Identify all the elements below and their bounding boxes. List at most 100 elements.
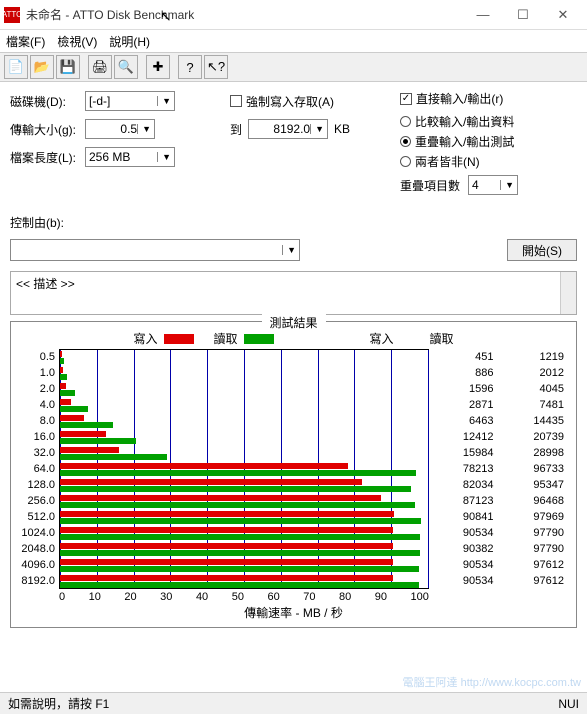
bar-row (60, 542, 428, 558)
status-help-text: 如需說明，請按 F1 (8, 695, 109, 712)
to-label: 到 (230, 121, 242, 138)
x-tick-label: 80 (339, 591, 351, 603)
radio-neither[interactable]: 兩者皆非(N) (400, 153, 577, 170)
kb-label: KB (334, 122, 350, 136)
bar-row (60, 494, 428, 510)
app-icon: ATTO (4, 7, 20, 23)
title-bar: ATTO 未命名 - ATTO Disk Benchmark — ☐ ✕ (0, 0, 587, 30)
drive-select[interactable]: [-d-] ▼ (85, 91, 175, 111)
print-icon[interactable]: 🖨 (88, 55, 112, 79)
y-tick-label: 16.0 (17, 429, 55, 445)
read-value: 97790 (500, 541, 565, 557)
y-tick-label: 0.5 (17, 349, 55, 365)
scrollbar[interactable] (560, 272, 576, 314)
close-button[interactable]: ✕ (543, 3, 583, 27)
force-write-checkbox[interactable]: 強制寫入存取(A) (230, 93, 334, 110)
write-value: 1596 (429, 381, 494, 397)
y-tick-label: 4096.0 (17, 557, 55, 573)
read-value: 4045 (500, 381, 565, 397)
bar-row (60, 446, 428, 462)
read-bar (60, 438, 136, 444)
write-bar (60, 543, 393, 549)
write-values-column: 4518861596287164631241215984782138203487… (429, 349, 500, 589)
write-value: 90534 (429, 525, 494, 541)
filelen-select[interactable]: 256 MB▼ (85, 147, 175, 167)
menu-help[interactable]: 說明(H) (109, 33, 150, 50)
write-bar (60, 495, 381, 501)
overlap-count-select[interactable]: 4▼ (468, 175, 518, 195)
radio-neither-label: 兩者皆非(N) (415, 153, 480, 170)
read-value: 96468 (500, 493, 565, 509)
direct-io-checkbox[interactable]: ✓ 直接輸入/輸出(r) (400, 90, 577, 107)
read-bar (60, 550, 420, 556)
xfer-to-select[interactable]: 8192.0▼ (248, 119, 328, 139)
x-tick-label: 60 (267, 591, 279, 603)
read-value: 1219 (500, 349, 565, 365)
read-value: 95347 (500, 477, 565, 493)
radio-icon (400, 156, 411, 167)
legend-write-swatch (164, 334, 194, 344)
chart-plot-area (59, 349, 429, 589)
xfer-from-select[interactable]: 0.5▼ (85, 119, 155, 139)
drive-value: [-d-] (89, 94, 110, 108)
toolbar: 📄 📂 💾 🖨 🔍 ✚ ? ↖? (0, 52, 587, 82)
menu-view[interactable]: 檢視(V) (57, 33, 97, 50)
x-tick-label: 40 (196, 591, 208, 603)
write-value: 90534 (429, 573, 494, 589)
chevron-down-icon: ▼ (157, 96, 171, 106)
write-bar (60, 415, 84, 421)
minimize-button[interactable]: — (463, 3, 503, 27)
read-values-column: 1219201240457481144352073928998967339534… (500, 349, 571, 589)
save-icon[interactable]: 💾 (56, 55, 80, 79)
help-icon[interactable]: ? (178, 55, 202, 79)
checkbox-icon (230, 95, 242, 107)
control-select[interactable]: ▼ (10, 239, 300, 261)
y-tick-label: 32.0 (17, 445, 55, 461)
write-bar (60, 527, 393, 533)
write-bar (60, 367, 63, 373)
add-icon[interactable]: ✚ (146, 55, 170, 79)
description-textarea[interactable]: << 描述 >> (10, 271, 577, 315)
read-bar (60, 470, 416, 476)
open-icon[interactable]: 📂 (30, 55, 54, 79)
menu-file[interactable]: 檔案(F) (6, 33, 45, 50)
read-bar (60, 518, 421, 524)
xfer-from-value: 0.5 (120, 122, 137, 136)
radio-overlap-label: 重疊輸入/輸出測試 (415, 133, 514, 150)
y-tick-label: 64.0 (17, 461, 55, 477)
write-value: 12412 (429, 429, 494, 445)
radio-overlap[interactable]: 重疊輸入/輸出測試 (400, 133, 577, 150)
write-value: 6463 (429, 413, 494, 429)
read-bar (60, 582, 419, 588)
col-read-header: 讀取 (414, 330, 454, 347)
write-value: 2871 (429, 397, 494, 413)
read-bar (60, 422, 113, 428)
bar-row (60, 366, 428, 382)
bar-row (60, 382, 428, 398)
write-bar (60, 351, 62, 357)
preview-icon[interactable]: 🔍 (114, 55, 138, 79)
direct-io-label: 直接輸入/輸出(r) (416, 90, 503, 107)
radio-compare[interactable]: 比較輸入/輸出資料 (400, 113, 577, 130)
y-tick-label: 1024.0 (17, 525, 55, 541)
whatsthis-icon[interactable]: ↖? (204, 55, 228, 79)
status-bar: 如需說明，請按 F1 NUI (0, 692, 587, 714)
read-bar (60, 358, 64, 364)
x-tick-label: 30 (160, 591, 172, 603)
read-value: 97969 (500, 509, 565, 525)
read-value: 20739 (500, 429, 565, 445)
maximize-button[interactable]: ☐ (503, 3, 543, 27)
start-button[interactable]: 開始(S) (507, 239, 577, 261)
settings-panel: 磁碟機(D): [-d-]▼ 傳輸大小(g): 0.5▼ 檔案長度(L): 25… (0, 82, 587, 210)
bar-row (60, 414, 428, 430)
read-value: 97612 (500, 573, 565, 589)
read-bar (60, 406, 88, 412)
legend-read-label: 讀取 (214, 330, 238, 347)
write-value: 90534 (429, 557, 494, 573)
write-bar (60, 575, 393, 581)
read-value: 14435 (500, 413, 565, 429)
col-write-header: 寫入 (354, 330, 394, 347)
menu-bar: 檔案(F) 檢視(V) 說明(H) (0, 30, 587, 52)
new-icon[interactable]: 📄 (4, 55, 28, 79)
checkbox-checked-icon: ✓ (400, 93, 412, 105)
